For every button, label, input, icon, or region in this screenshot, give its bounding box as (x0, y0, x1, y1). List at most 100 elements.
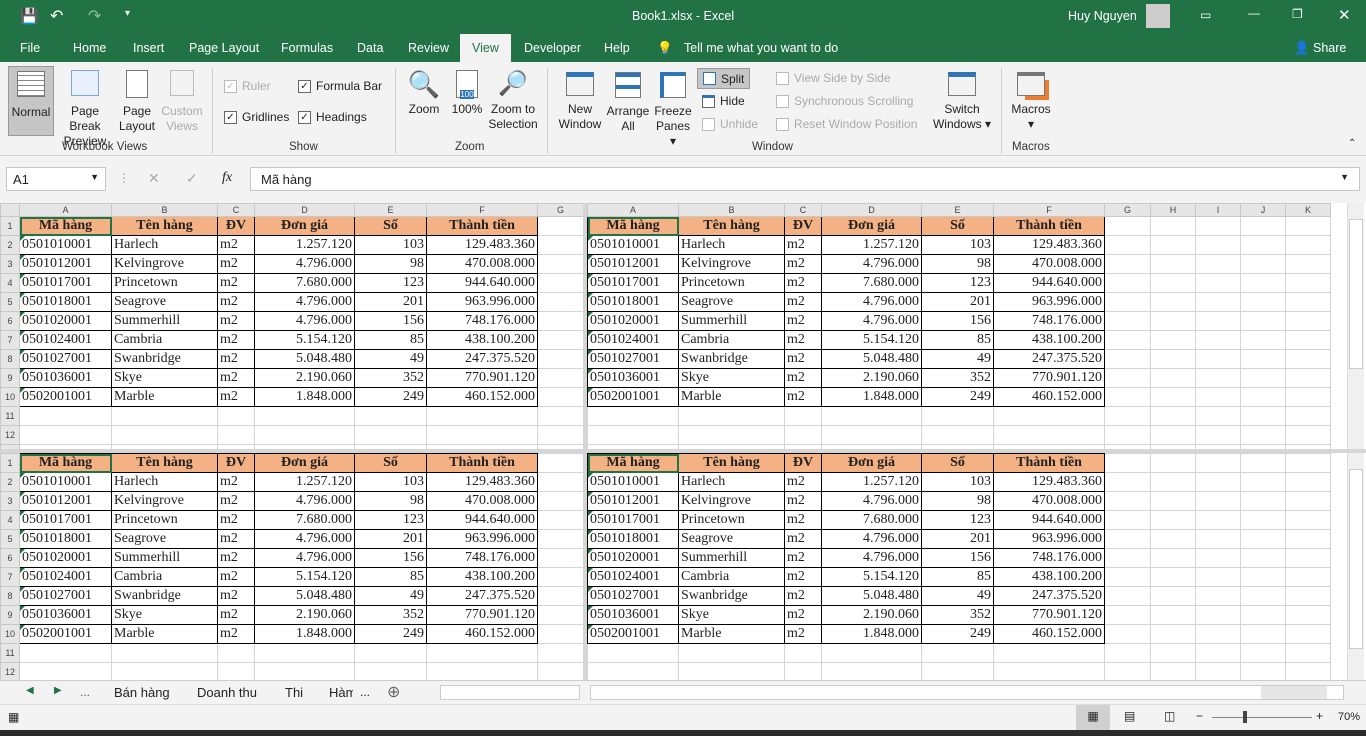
data-cell[interactable]: 0501012001 (587, 491, 679, 511)
cell[interactable] (784, 643, 822, 663)
row-header[interactable]: 3 (0, 491, 20, 511)
header-cell[interactable]: ĐV (784, 216, 822, 236)
cell[interactable] (1150, 406, 1196, 426)
data-cell[interactable]: 7.680.000 (821, 510, 922, 530)
cell[interactable] (678, 643, 785, 663)
row-header[interactable]: 5 (0, 292, 20, 312)
data-cell[interactable]: Kelvingrove (111, 254, 218, 274)
select-all-corner[interactable] (0, 203, 20, 217)
data-cell[interactable]: m2 (784, 472, 822, 492)
data-cell[interactable]: 0501012001 (19, 254, 112, 274)
cell[interactable] (1150, 330, 1196, 350)
ribbon-options-icon[interactable]: ▭ (1200, 8, 1211, 22)
data-cell[interactable]: m2 (784, 491, 822, 511)
data-cell[interactable]: 247.375.520 (426, 349, 538, 369)
cell[interactable] (537, 273, 583, 293)
data-cell[interactable]: 249 (921, 387, 994, 407)
zoom-level[interactable]: 70% (1338, 711, 1360, 723)
data-cell[interactable]: 49 (354, 349, 427, 369)
data-cell[interactable]: 1.848.000 (254, 624, 355, 644)
data-cell[interactable]: 0501027001 (19, 586, 112, 606)
data-cell[interactable]: 129.483.360 (993, 235, 1105, 255)
redo-icon[interactable]: ↷ (88, 6, 101, 26)
cell[interactable] (1195, 510, 1241, 530)
cell[interactable] (1104, 453, 1151, 473)
data-cell[interactable]: 438.100.200 (993, 567, 1105, 587)
macros-button[interactable]: Macros ▾ (1008, 66, 1054, 132)
cell[interactable] (1285, 311, 1331, 331)
cell[interactable] (1285, 529, 1331, 549)
column-header[interactable]: E (354, 203, 427, 217)
data-cell[interactable]: Cambria (678, 567, 785, 587)
data-cell[interactable]: 103 (921, 235, 994, 255)
data-cell[interactable]: 123 (921, 273, 994, 293)
cell[interactable] (1104, 643, 1151, 663)
data-cell[interactable]: 201 (921, 529, 994, 549)
data-cell[interactable]: 4.796.000 (821, 548, 922, 568)
data-cell[interactable]: 0501018001 (587, 529, 679, 549)
data-cell[interactable]: Princetown (678, 273, 785, 293)
data-cell[interactable]: 0501018001 (19, 529, 112, 549)
data-cell[interactable]: 0501020001 (19, 311, 112, 331)
row-header[interactable]: 6 (0, 548, 20, 568)
column-header[interactable]: B (678, 203, 785, 217)
cell[interactable] (1104, 472, 1151, 492)
tell-me-search[interactable]: Tell me what you want to do (684, 41, 838, 55)
header-cell[interactable]: Số (354, 216, 427, 236)
cell[interactable] (537, 491, 583, 511)
data-cell[interactable]: m2 (784, 273, 822, 293)
data-cell[interactable]: 2.190.060 (254, 368, 355, 388)
share-button[interactable]: Share (1313, 41, 1346, 55)
row-header[interactable]: 11 (0, 406, 20, 426)
row-header[interactable]: 3 (0, 254, 20, 274)
data-cell[interactable]: 770.901.120 (426, 368, 538, 388)
data-cell[interactable]: Swanbridge (678, 349, 785, 369)
cell[interactable] (537, 510, 583, 530)
cell[interactable] (426, 662, 538, 680)
cell[interactable] (1150, 368, 1196, 388)
column-header[interactable]: H (1150, 203, 1196, 217)
data-cell[interactable]: m2 (217, 491, 255, 511)
data-cell[interactable]: 352 (921, 368, 994, 388)
cell[interactable] (1150, 425, 1196, 445)
cell[interactable] (1285, 330, 1331, 350)
data-cell[interactable]: 963.996.000 (993, 529, 1105, 549)
zoom-slider[interactable] (1212, 711, 1312, 723)
cell[interactable] (1195, 292, 1241, 312)
data-cell[interactable]: 460.152.000 (426, 387, 538, 407)
data-cell[interactable]: 963.996.000 (426, 529, 538, 549)
cell[interactable] (1240, 453, 1286, 473)
cell[interactable] (587, 406, 679, 426)
cell[interactable] (821, 406, 922, 426)
data-cell[interactable]: 2.190.060 (821, 605, 922, 625)
data-cell[interactable]: m2 (217, 605, 255, 625)
data-cell[interactable]: Summerhill (678, 548, 785, 568)
cell[interactable] (921, 643, 994, 663)
data-cell[interactable]: 0502001001 (19, 387, 112, 407)
header-cell[interactable]: Tên hàng (111, 216, 218, 236)
cell[interactable] (784, 406, 822, 426)
cell[interactable] (821, 643, 922, 663)
column-header[interactable]: D (821, 203, 922, 217)
data-cell[interactable]: Harlech (111, 235, 218, 255)
data-cell[interactable]: m2 (784, 529, 822, 549)
data-cell[interactable]: 85 (354, 567, 427, 587)
data-cell[interactable]: 4.796.000 (254, 529, 355, 549)
horizontal-scrollbar-right[interactable] (590, 685, 1344, 700)
data-cell[interactable]: 0501017001 (587, 510, 679, 530)
row-header[interactable]: 7 (0, 330, 20, 350)
header-cell[interactable]: Số (921, 453, 994, 473)
column-header[interactable]: C (217, 203, 255, 217)
cell[interactable] (1104, 662, 1151, 680)
header-cell[interactable]: Thành tiền (426, 453, 538, 473)
column-header[interactable]: G (1104, 203, 1151, 217)
cell[interactable] (1104, 529, 1151, 549)
data-cell[interactable]: 748.176.000 (993, 311, 1105, 331)
column-header[interactable]: J (1240, 203, 1286, 217)
data-cell[interactable]: 470.008.000 (993, 491, 1105, 511)
data-cell[interactable]: 352 (354, 605, 427, 625)
header-cell[interactable]: Đơn giá (254, 216, 355, 236)
data-cell[interactable]: 0501012001 (587, 254, 679, 274)
cell[interactable] (1195, 254, 1241, 274)
formula-input[interactable]: Mã hàng ▼ (250, 167, 1360, 191)
